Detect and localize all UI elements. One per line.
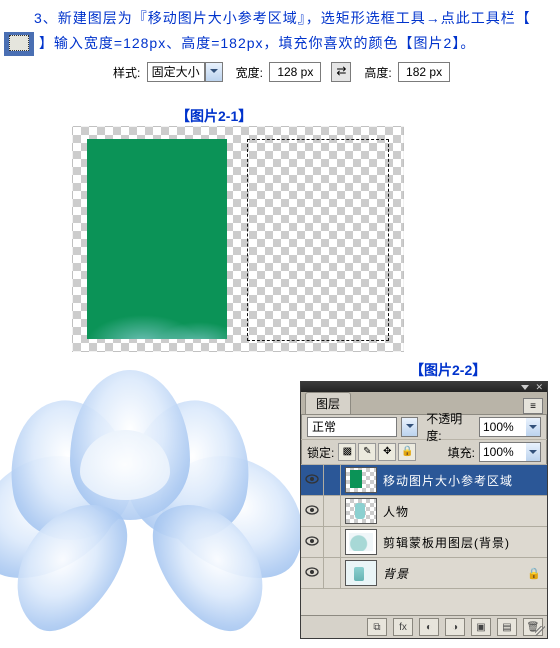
link-column[interactable] — [324, 527, 341, 557]
layer-list: 移动图片大小参考区域 人物 剪辑蒙板用图层(背景) 背景 🔒 — [301, 465, 547, 615]
layer-name[interactable]: 背景 — [381, 565, 527, 582]
link-column[interactable] — [324, 496, 341, 526]
lock-position-button[interactable]: ✥ — [378, 443, 396, 461]
layer-row[interactable]: 背景 🔒 — [301, 558, 547, 589]
panel-menu-button[interactable]: ≡ — [523, 398, 543, 414]
width-input[interactable]: 128 px — [269, 62, 321, 82]
panel-footer: ⧉ fx ◐ ◑ ▣ ▤ 🗑 — [301, 615, 547, 638]
canvas-preview — [72, 126, 404, 352]
panel-tabs: 图层 ≡ — [301, 392, 547, 415]
style-select[interactable]: 固定大小 — [147, 62, 205, 82]
instruction-text: 3、新建图层为『移动图片大小参考区域』，选矩形选框工具→点此工具栏【 】输入宽度… — [0, 0, 560, 56]
lock-buttons: ▩✎✥🔒 — [338, 443, 418, 461]
opacity-input[interactable]: 100% — [479, 417, 541, 437]
fill-label: 填充: — [448, 444, 475, 461]
layer-fx-button[interactable]: fx — [393, 618, 413, 636]
layer-row[interactable]: 人物 — [301, 496, 547, 527]
tab-layers[interactable]: 图层 — [305, 392, 351, 414]
new-group-button[interactable]: ▣ — [471, 618, 491, 636]
resize-grip-icon[interactable] — [535, 626, 545, 636]
opacity-label: 不透明度: — [426, 410, 475, 444]
lock-icon: 🔒 — [527, 567, 541, 580]
link-column[interactable] — [324, 465, 341, 495]
layer-thumbnail[interactable] — [345, 498, 377, 524]
height-input[interactable]: 182 px — [398, 62, 450, 82]
new-layer-button[interactable]: ▤ — [497, 618, 517, 636]
layer-name[interactable]: 人物 — [381, 503, 547, 520]
options-toolbar: 样式: 固定大小 宽度: 128 px ⇄ 高度: 182 px — [0, 62, 560, 82]
lock-label: 锁定: — [307, 444, 334, 461]
style-label: 样式: — [113, 66, 140, 80]
close-icon[interactable]: ✕ — [535, 383, 543, 392]
figure-caption-2-1: 【图片2-1】 — [176, 106, 252, 126]
visibility-toggle[interactable] — [301, 527, 324, 557]
lock-all-button[interactable]: 🔒 — [398, 443, 416, 461]
lotus-decoration — [0, 340, 320, 640]
link-layers-button[interactable]: ⧉ — [367, 618, 387, 636]
eye-icon — [305, 504, 319, 518]
layer-row[interactable]: 剪辑蒙板用图层(背景) — [301, 527, 547, 558]
marquee-selection — [247, 139, 389, 341]
layers-panel: ✕ 图层 ≡ 正常 不透明度: 100% 锁定: ▩✎✥🔒 填充: 100% 移… — [300, 381, 548, 639]
marquee-tool-icon — [4, 32, 34, 56]
lock-transparent-button[interactable]: ▩ — [338, 443, 356, 461]
eye-icon — [305, 473, 319, 487]
link-column[interactable] — [324, 558, 341, 588]
reference-rectangle — [87, 139, 227, 339]
layer-list-empty-area[interactable] — [301, 589, 547, 615]
eye-icon — [305, 535, 319, 549]
style-dropdown-button[interactable] — [205, 62, 223, 82]
visibility-toggle[interactable] — [301, 496, 324, 526]
width-label: 宽度: — [236, 66, 263, 80]
blend-mode-select[interactable]: 正常 — [307, 417, 397, 437]
blend-opacity-row: 正常 不透明度: 100% — [301, 415, 547, 440]
figure-caption-2-2: 【图片2-2】 — [410, 360, 486, 380]
instruction-middle: 】输入宽度=128px、高度=182px，填充你喜欢的颜色【图片2】。 — [39, 35, 475, 51]
swap-dimensions-button[interactable]: ⇄ — [331, 62, 351, 82]
fill-input[interactable]: 100% — [479, 442, 541, 462]
lock-image-button[interactable]: ✎ — [358, 443, 376, 461]
layer-thumbnail[interactable] — [345, 529, 377, 555]
layer-name[interactable]: 剪辑蒙板用图层(背景) — [381, 534, 547, 551]
visibility-toggle[interactable] — [301, 465, 324, 495]
collapse-icon[interactable] — [521, 385, 529, 390]
chevron-right-icon[interactable] — [526, 443, 540, 461]
visibility-toggle[interactable] — [301, 558, 324, 588]
layer-thumbnail[interactable] — [345, 467, 377, 493]
layer-mask-button[interactable]: ◐ — [419, 618, 439, 636]
eye-icon — [305, 566, 319, 580]
blend-mode-dropdown[interactable] — [401, 417, 418, 437]
adjustment-layer-button[interactable]: ◑ — [445, 618, 465, 636]
panel-titlebar[interactable]: ✕ — [301, 382, 547, 392]
layer-row[interactable]: 移动图片大小参考区域 — [301, 465, 547, 496]
lock-fill-row: 锁定: ▩✎✥🔒 填充: 100% — [301, 440, 547, 465]
layer-thumbnail[interactable] — [345, 560, 377, 586]
chevron-right-icon[interactable] — [526, 418, 540, 436]
instruction-prefix: 3、新建图层为『移动图片大小参考区域』，选矩形选框工具→点此工具栏【 — [4, 10, 531, 26]
layer-name[interactable]: 移动图片大小参考区域 — [381, 472, 547, 489]
height-label: 高度: — [364, 66, 391, 80]
